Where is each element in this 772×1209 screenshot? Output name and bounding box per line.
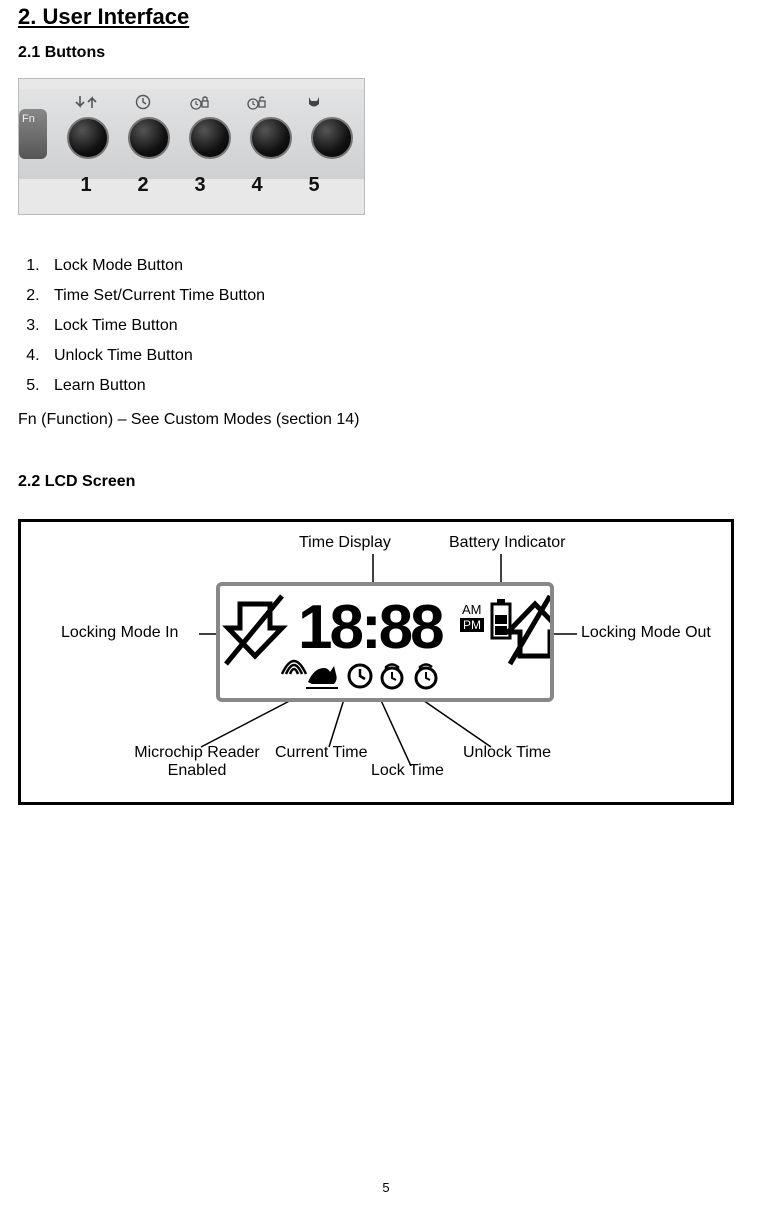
button-number: 5 bbox=[295, 174, 333, 197]
arrow-down-icon bbox=[226, 596, 282, 664]
section-title: 2. User Interface bbox=[18, 4, 754, 30]
label-unlock-time: Unlock Time bbox=[463, 744, 551, 762]
button-number: 1 bbox=[67, 174, 105, 197]
button-number: 2 bbox=[124, 174, 162, 197]
svg-text:18:88: 18:88 bbox=[298, 593, 443, 662]
button-1 bbox=[67, 117, 109, 159]
lcd-diagram: 18:88 AM PM bbox=[18, 519, 734, 805]
button-number: 4 bbox=[238, 174, 276, 197]
label-lock-out: Locking Mode Out bbox=[581, 624, 711, 642]
button-list: Lock Mode Button Time Set/Current Time B… bbox=[18, 251, 754, 401]
microchip-reader-icon bbox=[282, 661, 338, 688]
lcd-screen: 18:88 AM PM bbox=[216, 582, 554, 702]
lock-mode-icon bbox=[67, 93, 105, 111]
list-item: Unlock Time Button bbox=[44, 341, 754, 371]
list-item: Lock Mode Button bbox=[44, 251, 754, 281]
am-label: AM bbox=[462, 602, 482, 617]
label-battery: Battery Indicator bbox=[449, 534, 566, 552]
button-number: 3 bbox=[181, 174, 219, 197]
label-time-display: Time Display bbox=[299, 534, 391, 552]
arrow-up-icon bbox=[508, 596, 550, 664]
label-lock-in: Locking Mode In bbox=[61, 624, 178, 642]
cat-icon bbox=[295, 93, 333, 111]
list-item: Time Set/Current Time Button bbox=[44, 281, 754, 311]
list-item: Learn Button bbox=[44, 371, 754, 401]
button-panel-photo: Fn 1 2 bbox=[18, 78, 365, 215]
unlock-time-icon bbox=[238, 93, 276, 111]
label-lock-time: Lock Time bbox=[371, 762, 444, 780]
button-5 bbox=[311, 117, 353, 159]
label-current-time: Current Time bbox=[275, 744, 367, 762]
button-2 bbox=[128, 117, 170, 159]
page-number: 5 bbox=[0, 1180, 772, 1195]
clock-icon bbox=[124, 93, 162, 111]
pm-label: PM bbox=[463, 618, 481, 632]
unlock-time-icon bbox=[416, 665, 436, 689]
fn-note: Fn (Function) – See Custom Modes (sectio… bbox=[18, 411, 754, 429]
subsection-buttons: 2.1 Buttons bbox=[18, 44, 754, 62]
subsection-lcd: 2.2 LCD Screen bbox=[18, 473, 754, 491]
label-microchip: Microchip ReaderEnabled bbox=[117, 744, 277, 780]
fn-key: Fn bbox=[19, 109, 47, 159]
lock-time-icon bbox=[181, 93, 219, 111]
seven-segment-display: 18:88 bbox=[298, 593, 443, 662]
button-3 bbox=[189, 117, 231, 159]
current-time-icon bbox=[349, 665, 371, 687]
lock-time-icon bbox=[382, 665, 402, 689]
button-4 bbox=[250, 117, 292, 159]
list-item: Lock Time Button bbox=[44, 311, 754, 341]
